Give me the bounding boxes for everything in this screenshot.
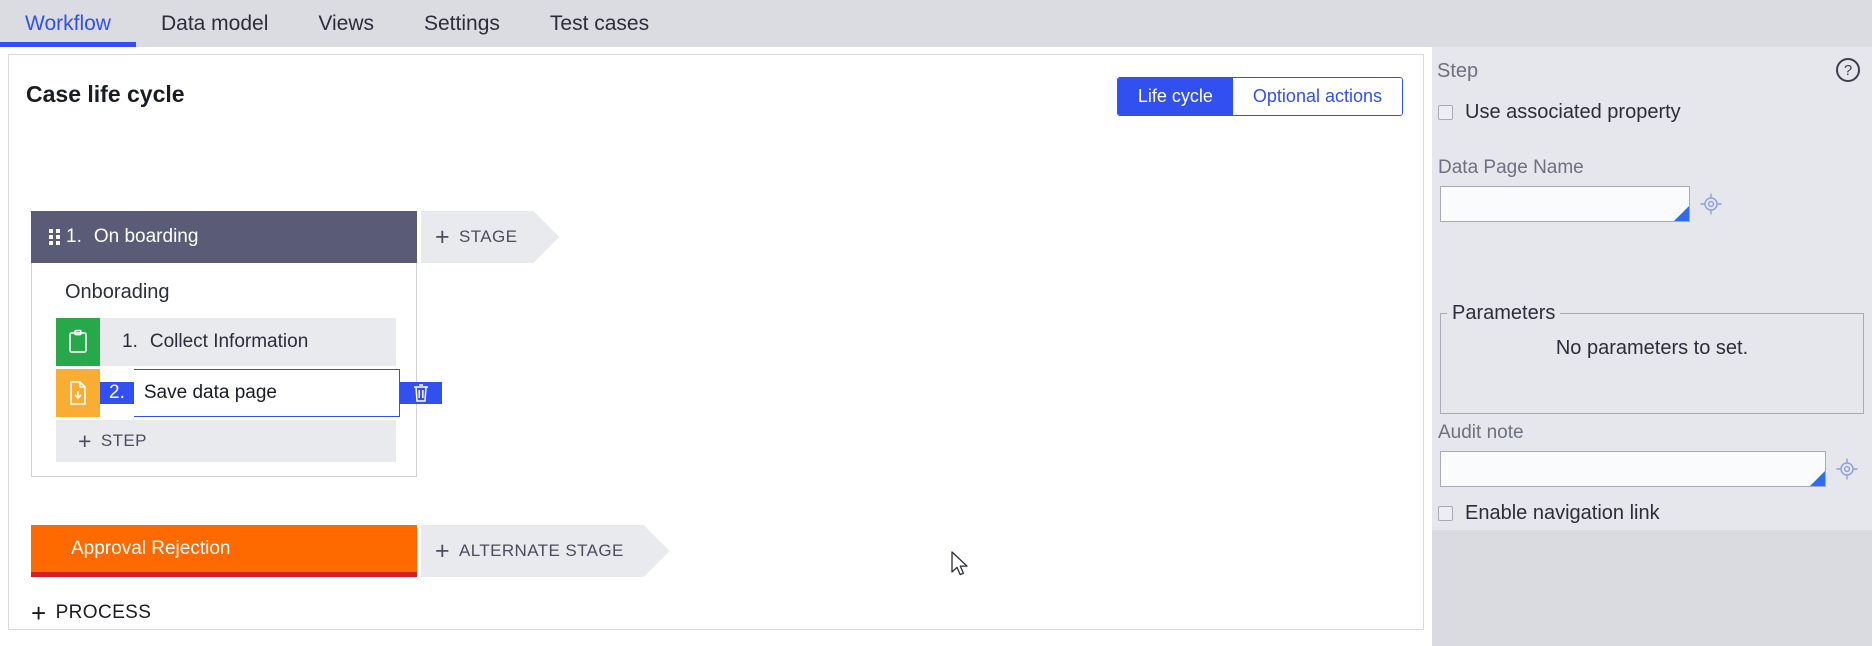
- tab-settings-label: Settings: [424, 12, 500, 36]
- step-label: Collect Information: [150, 331, 308, 353]
- stage-header-approval-rejection[interactable]: Approval Rejection: [31, 525, 417, 577]
- parameters-legend: Parameters: [1447, 302, 1560, 325]
- data-page-name-input[interactable]: [1440, 186, 1690, 222]
- process-name[interactable]: Onborading: [32, 263, 416, 318]
- parameters-empty-text: No parameters to set.: [1441, 337, 1863, 360]
- target-picker-icon[interactable]: [1699, 192, 1723, 216]
- add-alternate-stage-button[interactable]: + ALTERNATE STAGE: [421, 525, 670, 577]
- save-data-page-icon: [56, 369, 100, 417]
- stage-number: 1.: [66, 226, 82, 248]
- data-page-name-label: Data Page Name: [1438, 157, 1584, 179]
- tab-views-label: Views: [318, 12, 374, 36]
- tab-data-model-label: Data model: [161, 12, 268, 36]
- audit-note-label: Audit note: [1438, 422, 1524, 444]
- add-alternate-stage-label: ALTERNATE STAGE: [459, 541, 624, 561]
- add-stage-label: STAGE: [459, 227, 517, 247]
- plus-icon: +: [435, 539, 450, 564]
- add-step-label: STEP: [101, 431, 147, 451]
- stage-row-on-boarding: 1. On boarding + STAGE: [31, 211, 559, 263]
- stage-header-on-boarding[interactable]: 1. On boarding: [31, 211, 417, 263]
- use-associated-property-label: Use associated property: [1465, 101, 1681, 124]
- enable-navigation-link-label: Enable navigation link: [1465, 502, 1660, 525]
- toggle-life-cycle[interactable]: Life cycle: [1118, 78, 1233, 115]
- lifecycle-view-toggle: Life cycle Optional actions: [1117, 77, 1403, 116]
- add-stage-button[interactable]: + STAGE: [421, 211, 559, 263]
- audit-note-input[interactable]: [1440, 451, 1826, 487]
- stage-name: Approval Rejection: [71, 538, 230, 560]
- delete-step-button[interactable]: [400, 382, 442, 404]
- tab-test-cases-label: Test cases: [550, 12, 649, 36]
- use-associated-property-checkbox[interactable]: Use associated property: [1438, 101, 1681, 124]
- process-card-onborading: Onborading 1. Collect Information: [31, 263, 417, 477]
- drag-handle-icon[interactable]: [49, 229, 60, 245]
- target-picker-icon[interactable]: [1835, 457, 1859, 481]
- properties-panel: Step ? Use associated property Data Page…: [1432, 47, 1872, 646]
- plus-icon: +: [435, 225, 450, 250]
- properties-panel-body: Step ? Use associated property Data Page…: [1432, 47, 1872, 530]
- step-name-input[interactable]: [134, 369, 400, 417]
- data-page-name-field-group: [1440, 186, 1723, 222]
- checkbox-box[interactable]: [1438, 105, 1453, 120]
- step-edit-body: 2.: [100, 369, 442, 417]
- audit-note-field-group: [1440, 451, 1859, 487]
- checkbox-box[interactable]: [1438, 506, 1453, 521]
- toggle-optional-actions[interactable]: Optional actions: [1233, 78, 1402, 115]
- tab-settings[interactable]: Settings: [399, 0, 525, 47]
- add-step-button[interactable]: + STEP: [56, 420, 396, 462]
- tab-test-cases[interactable]: Test cases: [525, 0, 674, 47]
- step-row-save-data-page[interactable]: 2.: [56, 369, 396, 417]
- case-life-cycle-canvas: Case life cycle Life cycle Optional acti…: [8, 54, 1424, 630]
- plus-icon: +: [31, 600, 47, 626]
- tab-views[interactable]: Views: [293, 0, 399, 47]
- enable-navigation-link-checkbox[interactable]: Enable navigation link: [1438, 502, 1660, 525]
- stage-name: On boarding: [94, 226, 199, 248]
- panel-title: Step: [1437, 60, 1478, 83]
- step-number: 1.: [122, 331, 138, 353]
- tab-data-model[interactable]: Data model: [136, 0, 293, 47]
- parameters-fieldset: Parameters No parameters to set.: [1440, 302, 1864, 414]
- add-process-button[interactable]: + PROCESS: [31, 600, 151, 626]
- stage-row-approval-rejection: Approval Rejection + ALTERNATE STAGE: [31, 525, 670, 577]
- step-number: 2.: [100, 382, 134, 404]
- properties-panel-header: Step ?: [1432, 54, 1872, 88]
- tab-workflow-label: Workflow: [25, 12, 111, 36]
- step-body: 1. Collect Information: [100, 318, 396, 366]
- page-title: Case life cycle: [26, 81, 185, 108]
- add-process-label: PROCESS: [56, 602, 152, 624]
- tab-workflow[interactable]: Workflow: [0, 0, 136, 47]
- step-row-collect-information[interactable]: 1. Collect Information: [56, 318, 396, 366]
- clipboard-icon: [56, 318, 100, 366]
- help-icon[interactable]: ?: [1836, 58, 1860, 82]
- main-tabbar: Workflow Data model Views Settings Test …: [0, 0, 1872, 47]
- plus-icon: +: [78, 430, 92, 453]
